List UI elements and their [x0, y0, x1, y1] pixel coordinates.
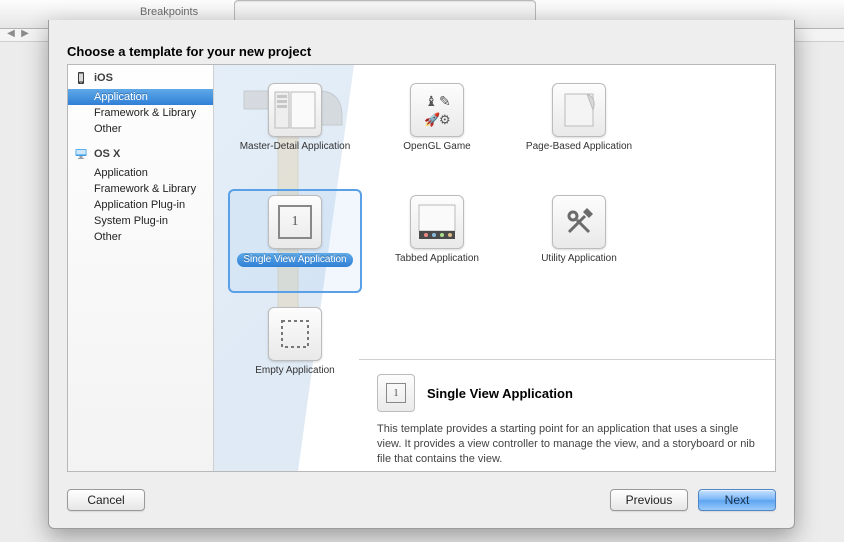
template-label: Utility Application	[514, 253, 644, 265]
description-icon: 1	[377, 374, 415, 412]
template-panel: iOS Application Framework & Library Othe…	[67, 64, 776, 472]
nav-forward-icon[interactable]: ▶	[18, 29, 32, 39]
template-utility[interactable]: Utility Application	[512, 189, 646, 293]
iphone-icon	[74, 71, 88, 85]
template-master-detail[interactable]: Master-Detail Application	[228, 77, 362, 181]
svg-text:✎: ✎	[439, 93, 451, 109]
sidebar-item-osx-framework[interactable]: Framework & Library	[68, 181, 213, 197]
empty-icon	[268, 307, 322, 361]
single-view-icon: 1	[268, 195, 322, 249]
master-detail-icon	[268, 83, 322, 137]
template-label: Tabbed Application	[372, 253, 502, 265]
sidebar-section-label: OS X	[94, 148, 120, 160]
nav-back-icon[interactable]: ◀	[4, 29, 18, 39]
template-opengl[interactable]: ♝✎ 🚀⚙ OpenGL Game	[370, 77, 504, 181]
new-project-sheet: Choose a template for your new project i…	[48, 20, 795, 529]
sidebar-item-ios-framework[interactable]: Framework & Library	[68, 105, 213, 121]
template-single-view[interactable]: 1 Single View Application	[228, 189, 362, 293]
sidebar-section-ios: iOS	[68, 67, 213, 89]
sidebar-item-osx-system-plugin[interactable]: System Plug-in	[68, 213, 213, 229]
template-label: Empty Application	[230, 365, 360, 377]
svg-text:⚙: ⚙	[439, 112, 451, 127]
svg-text:🚀: 🚀	[424, 112, 440, 127]
sheet-heading: Choose a template for your new project	[67, 44, 311, 59]
template-description: 1 Single View Application This template …	[359, 359, 775, 471]
sidebar-item-ios-other[interactable]: Other	[68, 121, 213, 137]
description-text: This template provides a starting point …	[377, 422, 757, 467]
template-label: Master-Detail Application	[230, 141, 360, 153]
template-label: OpenGL Game	[372, 141, 502, 153]
template-empty[interactable]: Empty Application	[228, 301, 362, 405]
number-one-icon: 1	[386, 383, 406, 403]
number-one-icon: 1	[278, 205, 312, 239]
sidebar-section-label: iOS	[94, 72, 113, 84]
sidebar-item-osx-application[interactable]: Application	[68, 165, 213, 181]
page-based-icon	[552, 83, 606, 137]
sheet-button-row: Cancel Previous Next	[67, 486, 776, 514]
opengl-icon: ♝✎ 🚀⚙	[410, 83, 464, 137]
sidebar-item-osx-app-plugin[interactable]: Application Plug-in	[68, 197, 213, 213]
description-title: Single View Application	[427, 386, 573, 401]
template-sidebar: iOS Application Framework & Library Othe…	[68, 65, 214, 471]
template-grid-area: Master-Detail Application ♝✎ 🚀⚙ OpenGL Ga…	[214, 65, 775, 471]
template-page-based[interactable]: Page-Based Application	[512, 77, 646, 181]
tabbed-icon	[410, 195, 464, 249]
cancel-button[interactable]: Cancel	[67, 489, 145, 511]
template-tabbed[interactable]: Tabbed Application	[370, 189, 504, 293]
template-label: Single View Application	[237, 253, 352, 267]
toolbar-tab-breakpoints[interactable]: Breakpoints	[140, 6, 198, 18]
sidebar-item-osx-other[interactable]: Other	[68, 229, 213, 245]
next-button[interactable]: Next	[698, 489, 776, 511]
sidebar-item-ios-application[interactable]: Application	[68, 89, 213, 105]
sidebar-section-osx: OS X	[68, 143, 213, 165]
utility-icon	[552, 195, 606, 249]
template-label: Page-Based Application	[514, 141, 644, 153]
imac-icon	[74, 147, 88, 161]
svg-text:♝: ♝	[425, 93, 438, 109]
previous-button[interactable]: Previous	[610, 489, 688, 511]
